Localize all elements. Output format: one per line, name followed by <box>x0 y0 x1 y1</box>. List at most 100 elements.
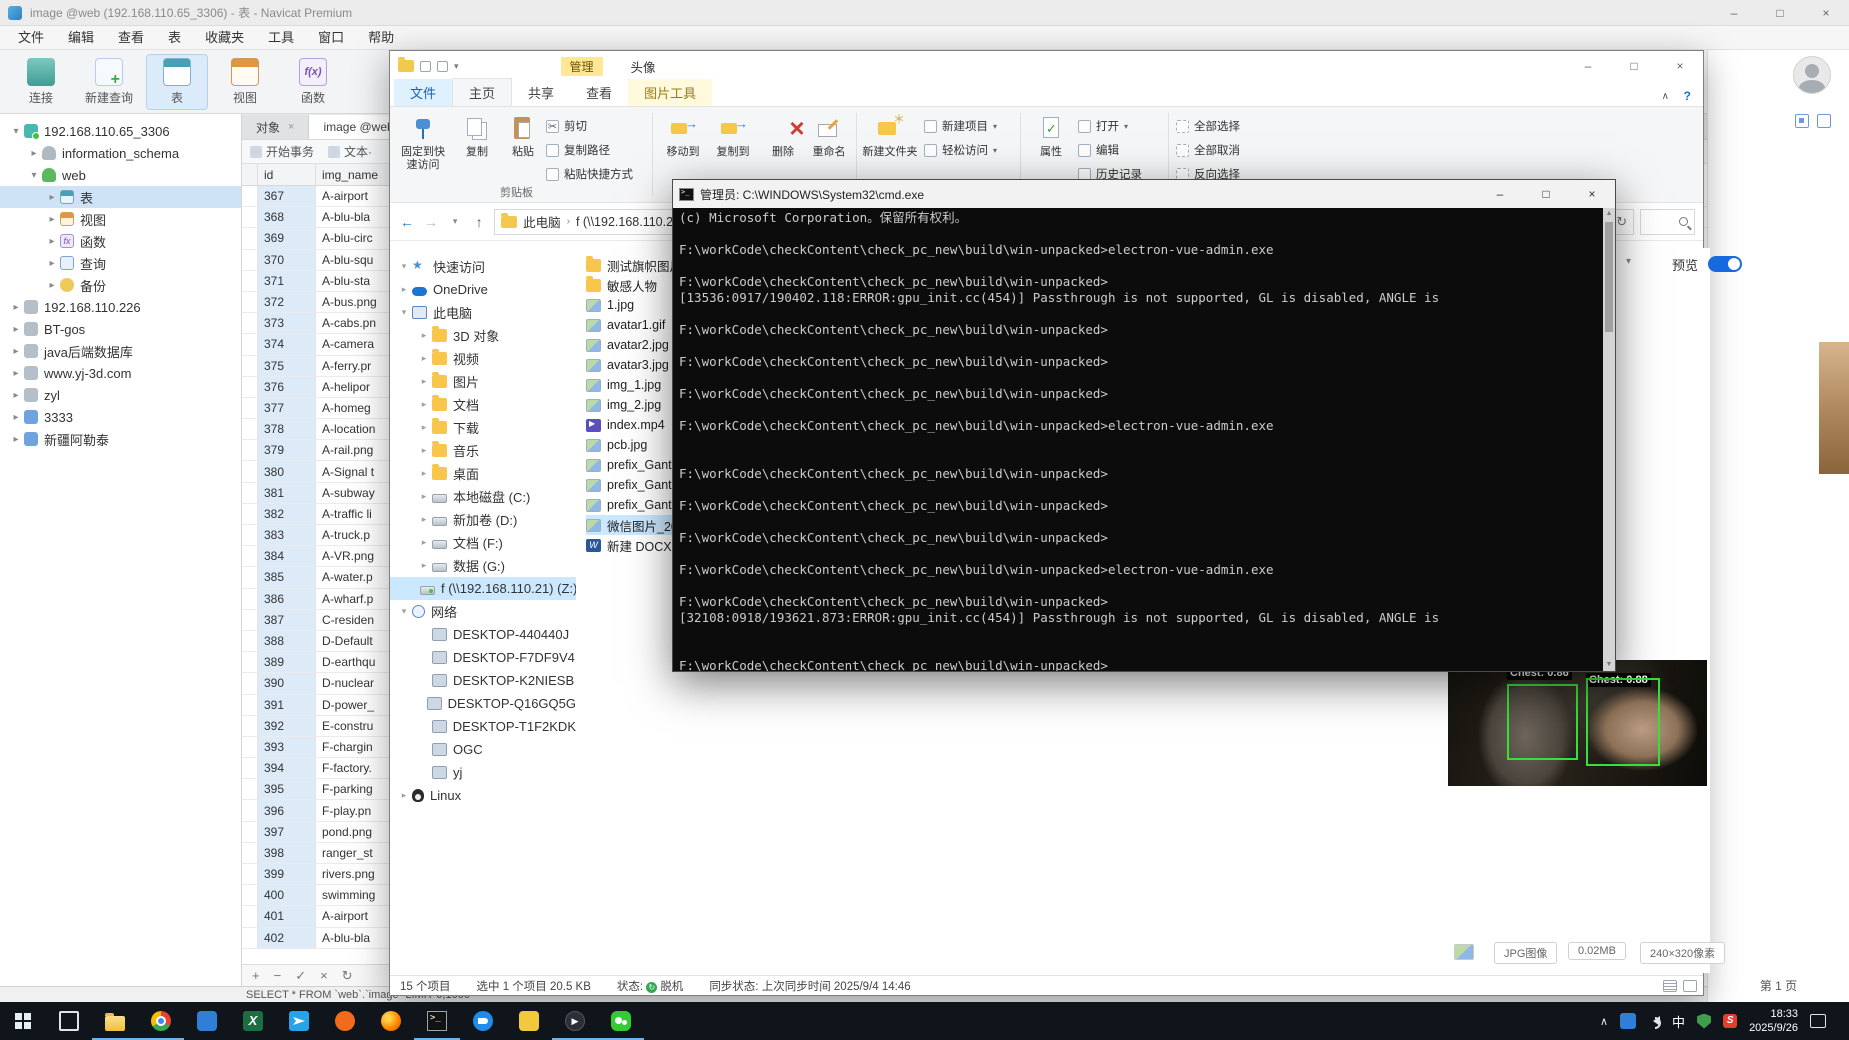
taskbar-app-button[interactable] <box>552 1002 598 1040</box>
scrollbar-thumb[interactable] <box>1605 222 1613 332</box>
tree-item[interactable]: 新疆阿勒泰 <box>0 428 241 450</box>
pagination[interactable]: 第 1 页 <box>1708 977 1849 994</box>
nav-item[interactable]: 快速访问 <box>390 255 576 278</box>
open-button[interactable]: 打开▾ <box>1078 115 1128 137</box>
quick-access-icon[interactable] <box>437 61 448 72</box>
nav-item[interactable]: 音乐 <box>390 439 576 462</box>
refresh-icon[interactable]: ↻ <box>1616 214 1627 230</box>
list-view-icon[interactable] <box>1817 114 1831 128</box>
tree-item[interactable]: java后端数据库 <box>0 340 241 362</box>
nav-item[interactable]: 下载 <box>390 416 576 439</box>
nav-item[interactable]: 文档 (F:) <box>390 531 576 554</box>
volume-icon[interactable] <box>1648 1016 1660 1026</box>
taskbar-app-button[interactable] <box>322 1002 368 1040</box>
grid-toolbar-button[interactable]: 开始事务 <box>250 143 314 160</box>
image-thumbnail-icon[interactable] <box>1454 944 1474 960</box>
toolbar-button[interactable]: 视图 <box>214 54 276 110</box>
taskbar-app-button[interactable] <box>92 1002 138 1040</box>
ime-indicator[interactable]: 中 <box>1672 1012 1685 1031</box>
nav-item[interactable]: 网络 <box>390 600 576 623</box>
ribbon-tab[interactable]: 查看 <box>570 79 628 106</box>
menu-item[interactable]: 表 <box>156 26 193 50</box>
taskbar-app-button[interactable] <box>276 1002 322 1040</box>
scrollbar[interactable]: ▲ ▼ <box>1603 208 1615 671</box>
breadcrumb-network-path[interactable]: f (\\192.168.110.2 <box>576 215 673 229</box>
menu-item[interactable]: 文件 <box>6 26 56 50</box>
tree-item[interactable]: 192.168.110.226 <box>0 296 241 318</box>
grid-view-icon[interactable] <box>1795 114 1809 128</box>
select-none-button[interactable]: 全部取消 <box>1176 139 1240 161</box>
tree-item[interactable]: 表 <box>0 186 241 208</box>
taskbar-app-button[interactable] <box>0 1002 46 1040</box>
nav-item[interactable]: Linux <box>390 784 576 807</box>
nav-item[interactable]: DESKTOP-T1F2KDK <box>390 715 576 738</box>
nav-item[interactable]: DESKTOP-K2NIESB <box>390 669 576 692</box>
close-button[interactable]: × <box>1803 0 1849 25</box>
tree-item[interactable]: web <box>0 164 241 186</box>
up-button[interactable]: ↑ <box>470 214 488 230</box>
security-shield-icon[interactable] <box>1697 1014 1711 1029</box>
new-item-button[interactable]: 新建项目▾ <box>924 115 997 137</box>
taskbar-app-button[interactable] <box>460 1002 506 1040</box>
tree-item[interactable]: 192.168.110.65_3306 <box>0 120 241 142</box>
tree-item[interactable]: 视图 <box>0 208 241 230</box>
paste-shortcut-button[interactable]: 粘贴快捷方式 <box>546 163 633 185</box>
nav-item[interactable]: 3D 对象 <box>390 324 576 347</box>
taskbar-app-button[interactable] <box>506 1002 552 1040</box>
taskbar-app-button[interactable] <box>414 1002 460 1040</box>
taskbar-app-button[interactable] <box>138 1002 184 1040</box>
record-toolbar-button[interactable]: ↻ <box>342 968 353 984</box>
toolbar-button[interactable]: 连接 <box>10 54 72 110</box>
taskbar-app-button[interactable] <box>184 1002 230 1040</box>
tree-item[interactable]: zyl <box>0 384 241 406</box>
nav-item[interactable]: f (\\192.168.110.21) (Z:) <box>390 577 576 600</box>
tray-app-icon[interactable] <box>1620 1013 1636 1029</box>
nav-item[interactable]: OGC <box>390 738 576 761</box>
nav-item[interactable]: yj <box>390 761 576 784</box>
nav-item[interactable]: 视频 <box>390 347 576 370</box>
ribbon-tab[interactable]: 主页 <box>452 78 512 106</box>
scroll-up-icon[interactable]: ▲ <box>1603 208 1615 220</box>
toolbar-button[interactable]: 函数 <box>282 54 344 110</box>
cut-button[interactable]: 剪切 <box>546 115 587 137</box>
minimize-button[interactable]: – <box>1477 180 1523 208</box>
quick-access-icon[interactable] <box>420 61 431 72</box>
tree-item[interactable]: 函数 <box>0 230 241 252</box>
taskbar-app-button[interactable] <box>368 1002 414 1040</box>
maximize-button[interactable]: □ <box>1523 180 1569 208</box>
tree-item[interactable]: information_schema <box>0 142 241 164</box>
user-avatar[interactable] <box>1793 56 1831 94</box>
nav-item[interactable]: 新加卷 (D:) <box>390 508 576 531</box>
recent-locations-chevron[interactable]: ▾ <box>446 216 464 227</box>
preview-toggle-switch[interactable] <box>1708 256 1742 272</box>
menu-item[interactable]: 查看 <box>106 26 156 50</box>
tray-expand-chevron-icon[interactable]: ∧ <box>1600 1015 1608 1028</box>
nav-item[interactable]: 此电脑 <box>390 301 576 324</box>
minimize-button[interactable]: – <box>1711 0 1757 25</box>
taskbar-app-button[interactable] <box>46 1002 92 1040</box>
tree-item[interactable]: 3333 <box>0 406 241 428</box>
nav-item[interactable]: 图片 <box>390 370 576 393</box>
toolbar-button[interactable]: 表 <box>146 54 208 110</box>
nav-item[interactable]: 文档 <box>390 393 576 416</box>
nav-item[interactable]: DESKTOP-Q16GQ5G <box>390 692 576 715</box>
object-tab[interactable]: 对象 × <box>242 115 309 139</box>
nav-item[interactable]: DESKTOP-F7DF9V4 <box>390 646 576 669</box>
tree-item[interactable]: www.yj-3d.com <box>0 362 241 384</box>
record-toolbar-button[interactable]: − <box>274 968 282 983</box>
select-all-button[interactable]: 全部选择 <box>1176 115 1240 137</box>
grid-toolbar-button[interactable]: 文本· <box>328 143 372 160</box>
ribbon-tab[interactable]: 图片工具 <box>628 79 712 106</box>
copy-path-button[interactable]: 复制路径 <box>546 139 610 161</box>
chevron-down-icon[interactable]: ▾ <box>454 61 459 72</box>
record-toolbar-button[interactable]: × <box>320 968 328 983</box>
tree-item[interactable]: 备份 <box>0 274 241 296</box>
nav-item[interactable]: DESKTOP-440440J <box>390 623 576 646</box>
tab-close-icon[interactable]: × <box>288 121 294 133</box>
breadcrumb-this-pc[interactable]: 此电脑 <box>523 212 561 231</box>
nav-item[interactable]: OneDrive <box>390 278 576 301</box>
forward-button[interactable]: → <box>422 214 440 230</box>
tree-item[interactable]: BT-gos <box>0 318 241 340</box>
nav-item[interactable]: 桌面 <box>390 462 576 485</box>
back-button[interactable]: ← <box>398 214 416 230</box>
